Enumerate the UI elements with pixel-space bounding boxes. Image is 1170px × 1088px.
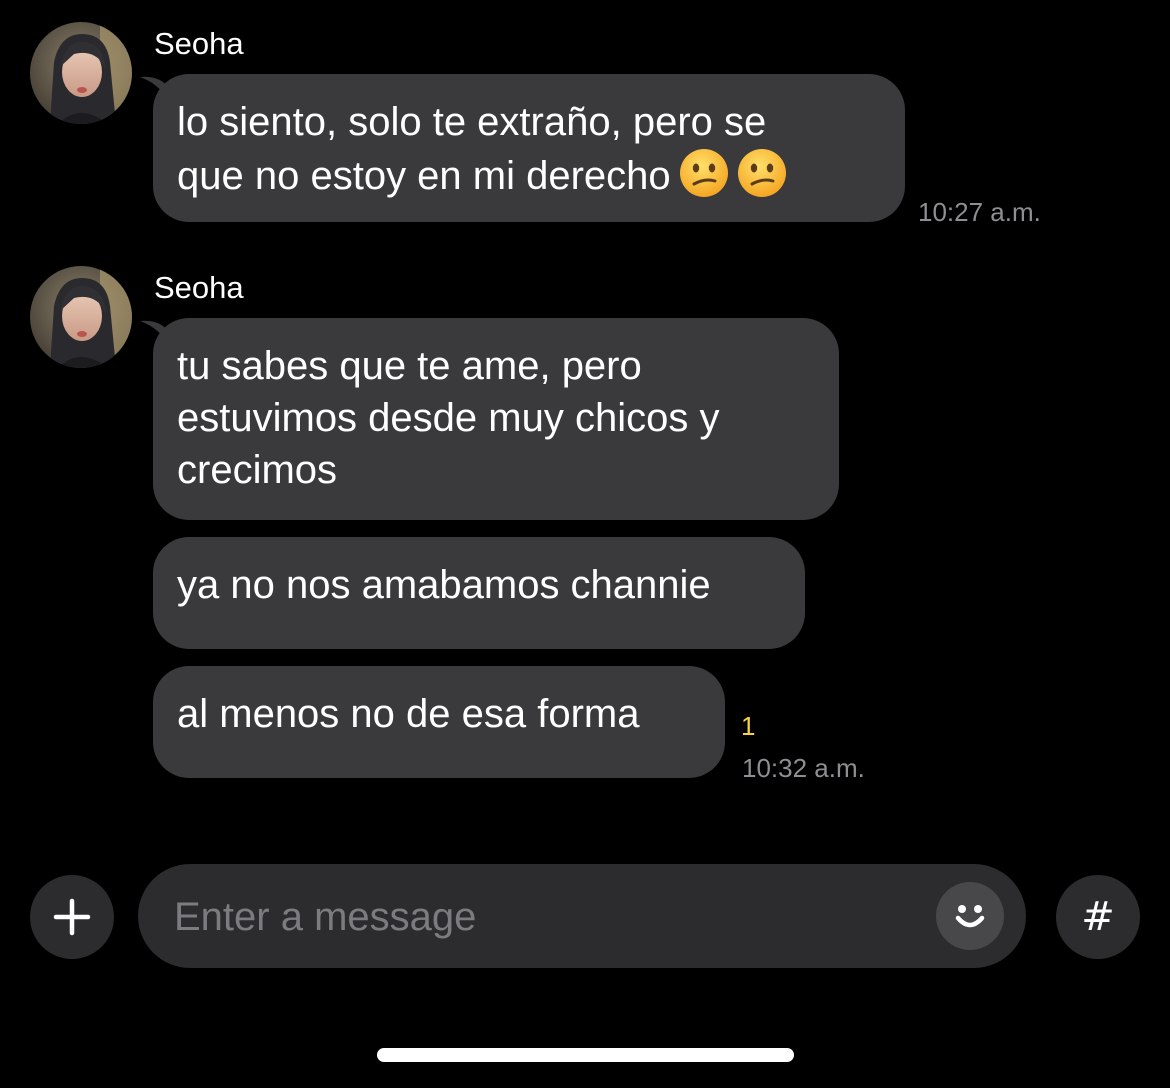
message-composer [138, 864, 1026, 968]
confused-face-icon [737, 149, 786, 197]
hashtag-icon: # [1081, 894, 1115, 940]
hashtag-button[interactable]: # [1056, 875, 1140, 959]
emoji-button[interactable] [936, 882, 1004, 950]
message-timestamp: 10:27 a.m. [918, 197, 1041, 227]
confused-face-icon [679, 149, 728, 197]
avatar[interactable] [30, 22, 132, 124]
message-text: tu sabes que te ame, pero estuvimos desd… [177, 344, 720, 492]
plus-icon [53, 898, 91, 936]
message-bubble[interactable]: al menos no de esa forma [153, 666, 725, 778]
message-bubble[interactable]: ya no nos amabamos channie [153, 537, 805, 649]
message-timestamp: 10:32 a.m. [742, 753, 865, 783]
avatar[interactable] [30, 266, 132, 368]
message-input[interactable] [172, 886, 936, 948]
sender-name: Seoha [154, 26, 244, 61]
home-indicator[interactable] [377, 1048, 794, 1062]
unread-count: 1 [741, 711, 756, 741]
message-text: al menos no de esa forma [177, 692, 640, 736]
add-attachment-button[interactable] [30, 875, 114, 959]
message-bubble[interactable]: tu sabes que te ame, pero estuvimos desd… [153, 318, 839, 520]
message-text: ya no nos amabamos channie [177, 563, 711, 607]
sender-name: Seoha [154, 270, 244, 305]
smiley-icon [955, 905, 985, 928]
message-bubble[interactable]: lo siento, solo te extraño, pero se que … [153, 74, 905, 222]
